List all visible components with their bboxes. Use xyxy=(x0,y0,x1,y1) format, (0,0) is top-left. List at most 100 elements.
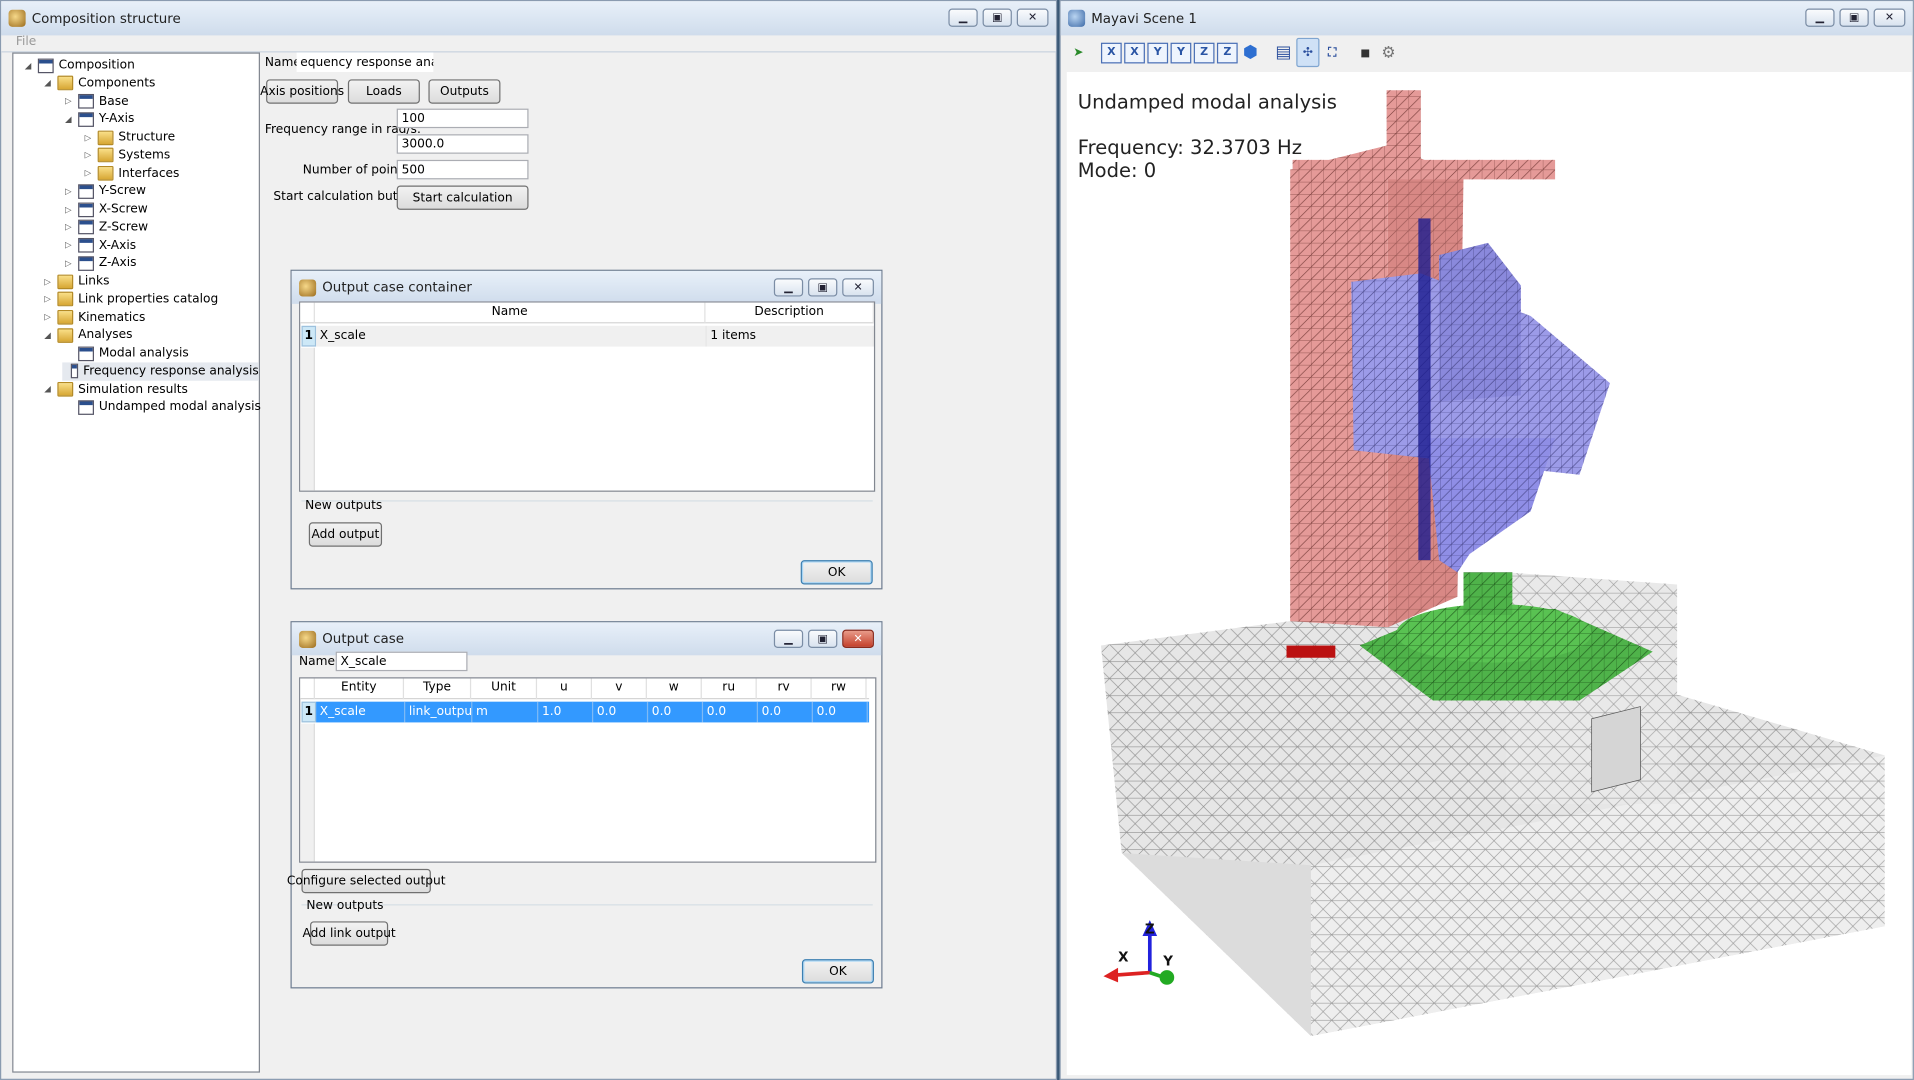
container-minimize-button[interactable]: ▁ xyxy=(773,278,804,297)
collapsed-arrow-icon[interactable]: ▷ xyxy=(42,276,54,286)
cell-rw[interactable]: 0.0 xyxy=(813,701,868,723)
axes-toggle-icon[interactable]: ✣ xyxy=(1296,37,1320,68)
add-output-button[interactable]: Add output xyxy=(308,522,383,547)
collapsed-arrow-icon[interactable]: ▷ xyxy=(82,150,94,160)
tree-item[interactable]: ▷ Y-Screw xyxy=(62,182,146,200)
col-description-header[interactable]: Description xyxy=(706,302,874,324)
tree-item[interactable]: ◢ Simulation results xyxy=(42,380,188,398)
tree-item[interactable]: ▷ Structure xyxy=(82,128,175,146)
frequency-max-field[interactable]: 3000.0 xyxy=(396,134,529,154)
cell-u[interactable]: 1.0 xyxy=(538,701,594,723)
axis-positions-button[interactable]: Axis positions xyxy=(260,79,344,104)
tree-item[interactable]: ◢ Y-Axis xyxy=(62,110,134,128)
tree-item[interactable]: ▷ X-Screw xyxy=(62,200,148,218)
tree-item[interactable]: ▷ X-Axis xyxy=(62,236,136,254)
col-unit-header[interactable]: Unit xyxy=(471,678,538,700)
container-maximize-button[interactable]: ▣ xyxy=(808,278,838,297)
collapsed-arrow-icon[interactable]: ▷ xyxy=(62,186,74,196)
tree-item[interactable]: ▷ Z-Axis xyxy=(62,254,136,272)
frequency-min-field[interactable]: 100 xyxy=(396,108,529,129)
container-ok-button[interactable]: OK xyxy=(800,560,873,585)
mayavi-minimize-button[interactable]: ▁ xyxy=(1805,8,1835,27)
composition-tree[interactable]: ◢ Composition ◢ Components ▷ Base ◢ Y-Axis ▷ Stru… xyxy=(12,52,261,1073)
table-row[interactable]: X_scale 1 items xyxy=(316,325,874,347)
case-titlebar[interactable]: Output case ▁ ▣ ✕ xyxy=(291,622,882,656)
col-ru-header[interactable]: ru xyxy=(702,678,757,700)
collapsed-arrow-icon[interactable]: ▷ xyxy=(62,204,74,214)
tree-item[interactable]: ◢ Composition xyxy=(22,56,135,74)
cell-description[interactable]: 1 items xyxy=(707,325,874,347)
col-entity-header[interactable]: Entity xyxy=(315,678,405,700)
fullscreen-icon[interactable]: ⛶ xyxy=(1322,42,1343,63)
loads-button[interactable]: Loads xyxy=(347,79,420,104)
tree-item[interactable]: ▷ Link properties catalog xyxy=(42,290,219,308)
start-calculation-button[interactable]: Start calculation xyxy=(396,185,529,210)
col-rv-header[interactable]: rv xyxy=(757,678,812,700)
case-close-button[interactable]: ✕ xyxy=(842,629,874,648)
tree-item[interactable]: ◢ Analyses xyxy=(42,326,133,344)
pipeline-icon[interactable]: ➤ xyxy=(1068,42,1089,63)
menu-file[interactable]: File xyxy=(16,35,36,48)
cell-rv[interactable]: 0.0 xyxy=(758,701,813,723)
case-ok-button[interactable]: OK xyxy=(801,959,874,984)
cell-v[interactable]: 0.0 xyxy=(593,701,649,723)
expanded-arrow-icon[interactable]: ◢ xyxy=(42,330,54,340)
add-link-output-button[interactable]: Add link output xyxy=(302,921,396,946)
tree-item[interactable]: Undamped modal analysis xyxy=(62,398,261,416)
col-u-header[interactable]: u xyxy=(537,678,592,700)
col-w-header[interactable]: w xyxy=(647,678,702,700)
view-x-minus-icon[interactable]: X xyxy=(1124,42,1145,63)
table-row-selected[interactable]: X_scale link_output m 1.0 0.0 0.0 0.0 0.… xyxy=(316,701,870,723)
tree-item[interactable]: ▷ Systems xyxy=(82,146,170,164)
cell-name[interactable]: X_scale xyxy=(316,325,707,347)
cell-type[interactable]: link_output xyxy=(405,701,473,723)
collapsed-arrow-icon[interactable]: ▷ xyxy=(42,312,54,322)
collapsed-arrow-icon[interactable]: ▷ xyxy=(62,96,74,106)
collapsed-arrow-icon[interactable]: ▷ xyxy=(62,240,74,250)
container-close-button[interactable]: ✕ xyxy=(842,278,874,297)
cell-unit[interactable]: m xyxy=(472,701,539,723)
analysis-name-field[interactable]: equency response analysis xyxy=(296,52,434,72)
close-button[interactable]: ✕ xyxy=(1016,8,1049,27)
configure-icon[interactable]: ⚙ xyxy=(1378,42,1399,63)
case-minimize-button[interactable]: ▁ xyxy=(773,629,804,648)
collapsed-arrow-icon[interactable]: ▷ xyxy=(82,168,94,178)
collapsed-arrow-icon[interactable]: ▷ xyxy=(62,222,74,232)
number-of-points-field[interactable]: 500 xyxy=(396,159,529,180)
minimize-button[interactable]: ▁ xyxy=(948,8,978,27)
collapsed-arrow-icon[interactable]: ▷ xyxy=(82,132,94,142)
case-maximize-button[interactable]: ▣ xyxy=(808,629,838,648)
view-y-minus-icon[interactable]: Y xyxy=(1170,42,1192,63)
collapsed-arrow-icon[interactable]: ▷ xyxy=(62,258,74,268)
output-case-table[interactable]: Name Description 1 X_scale 1 items xyxy=(299,301,876,492)
col-type-header[interactable]: Type xyxy=(404,678,472,700)
mayavi-maximize-button[interactable]: ▣ xyxy=(1839,8,1869,27)
cell-w[interactable]: 0.0 xyxy=(648,701,704,723)
mayavi-close-button[interactable]: ✕ xyxy=(1873,8,1906,27)
cell-entity[interactable]: X_scale xyxy=(316,701,406,723)
expanded-arrow-icon[interactable]: ◢ xyxy=(22,60,34,70)
outputs-button[interactable]: Outputs xyxy=(428,79,501,104)
col-v-header[interactable]: v xyxy=(592,678,647,700)
tree-item[interactable]: ◢ Components xyxy=(42,74,156,92)
view-x-plus-icon[interactable]: X xyxy=(1100,42,1122,63)
render-scene[interactable]: Undamped modal analysis Frequency: 32.37… xyxy=(1066,71,1912,1076)
parallel-projection-icon[interactable]: ▤ xyxy=(1273,42,1294,63)
col-rw-header[interactable]: rw xyxy=(812,678,867,700)
maximize-button[interactable]: ▣ xyxy=(982,8,1012,27)
tree-item[interactable]: Modal analysis xyxy=(62,344,189,362)
tree-item[interactable]: ▷ Base xyxy=(62,92,129,110)
composition-titlebar[interactable]: Composition structure ▁ ▣ ✕ xyxy=(1,1,1056,36)
col-name-header[interactable]: Name xyxy=(315,302,706,324)
view-y-plus-icon[interactable]: Y xyxy=(1147,42,1169,63)
case-name-field[interactable]: X_scale xyxy=(335,651,468,672)
tree-item[interactable]: Frequency response analysis xyxy=(62,362,259,381)
tree-item[interactable]: ▷ Kinematics xyxy=(42,308,146,326)
expanded-arrow-icon[interactable]: ◢ xyxy=(62,114,74,124)
view-z-minus-icon[interactable]: Z xyxy=(1216,42,1238,63)
isometric-view-icon[interactable]: ⬢ xyxy=(1240,42,1261,63)
tree-item[interactable]: ▷ Links xyxy=(42,272,110,290)
tree-item[interactable]: ▷ Interfaces xyxy=(82,164,179,182)
mayavi-titlebar[interactable]: Mayavi Scene 1 ▁ ▣ ✕ xyxy=(1060,1,1913,36)
container-titlebar[interactable]: Output case container ▁ ▣ ✕ xyxy=(291,270,882,304)
